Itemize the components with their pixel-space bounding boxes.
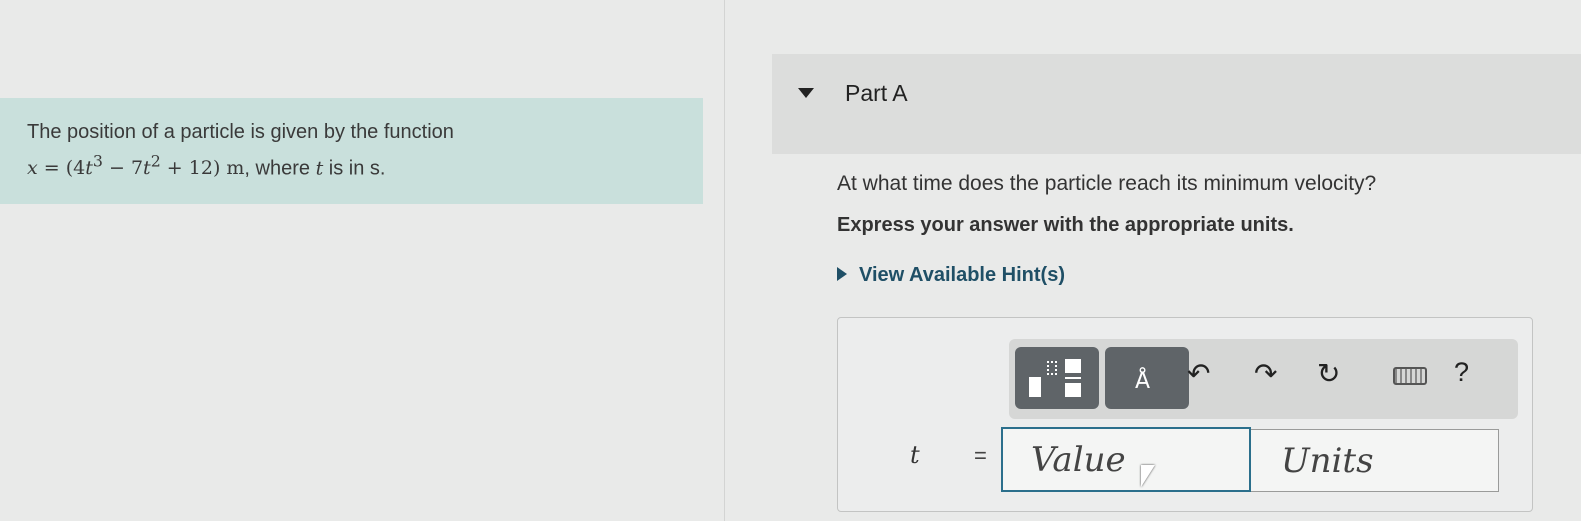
equation-variable-t: t: [143, 157, 151, 180]
mouse-cursor-icon: [1141, 465, 1155, 487]
equation-exponent: 3: [92, 152, 103, 171]
value-input[interactable]: [1001, 427, 1251, 492]
units-input[interactable]: [1251, 429, 1499, 492]
problem-equation: x = (4t3 − 7t2 + 12) m, where t is in s.: [27, 147, 703, 183]
help-icon[interactable]: ?: [1454, 357, 1469, 388]
equation-variable-t: t: [85, 157, 93, 180]
reset-icon[interactable]: ↻: [1317, 357, 1340, 391]
symbols-button[interactable]: Å: [1105, 347, 1189, 409]
equation-term-mid: − 7: [102, 157, 144, 180]
equation-term-tail: + 12) m: [160, 157, 245, 180]
undo-icon[interactable]: ↶: [1187, 357, 1210, 391]
caret-right-icon: [837, 266, 847, 281]
view-hints-link[interactable]: View Available Hint(s): [837, 264, 1065, 287]
redo-icon[interactable]: ↷: [1254, 357, 1277, 391]
problem-statement: The position of a particle is given by t…: [0, 98, 703, 204]
view-hints-label: View Available Hint(s): [859, 264, 1065, 286]
answer-equals: =: [974, 443, 987, 468]
part-title[interactable]: Part A: [845, 80, 908, 107]
instruction-text: Express your answer with the appropriate…: [837, 214, 1294, 236]
panel-divider: [724, 0, 725, 521]
equation-math: x = (4t3 − 7t2 + 12) m: [27, 152, 245, 180]
problem-text: The position of a particle is given by t…: [27, 121, 454, 143]
answer-variable: t: [910, 441, 920, 469]
equation-term-open: (4: [65, 157, 86, 180]
equation-where: , where: [244, 157, 316, 180]
equation-suffix: is in s.: [323, 157, 386, 180]
equation-equals: =: [37, 157, 66, 180]
caret-down-icon[interactable]: [798, 88, 814, 98]
equation-variable-x: x: [27, 157, 38, 180]
math-toolbar: Å ↶ ↷ ↻ ?: [1009, 339, 1518, 419]
templates-button[interactable]: [1015, 347, 1099, 409]
symbols-icon: Å: [1135, 369, 1151, 394]
equation-exponent: 2: [150, 152, 161, 171]
keyboard-icon[interactable]: [1393, 367, 1427, 385]
question-text: At what time does the particle reach its…: [837, 172, 1377, 195]
